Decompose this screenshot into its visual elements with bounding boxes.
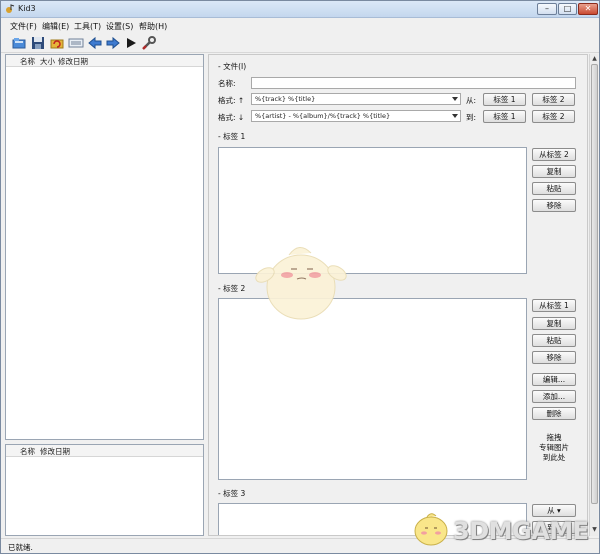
menu-edit[interactable]: 编辑(E) (42, 21, 69, 32)
mascot-logo-icon (414, 513, 448, 546)
play-icon[interactable] (123, 35, 139, 51)
col-modified[interactable]: 修改日期 (58, 56, 88, 67)
settings-icon[interactable] (141, 35, 157, 51)
col-modified[interactable]: 修改日期 (40, 446, 70, 457)
main-window: Kid3 – □ ✕ 文件(F) 编辑(E) 工具(T) 设置(S) 帮助(H) (0, 0, 600, 554)
tag3-section-title[interactable]: - 标签 3 (218, 488, 245, 499)
to-label: 到: (466, 113, 477, 122)
tag1-copy-button[interactable]: 复制 (532, 165, 576, 178)
format-up-label: 格式: ↑ (218, 96, 245, 105)
format-to-filename-combo[interactable]: %{artist} - %{album}/%{track} %{title} (251, 110, 461, 122)
tag2-add-button[interactable]: 添加... (532, 390, 576, 403)
dir-list-header: 名称 修改日期 (6, 445, 203, 457)
menu-settings[interactable]: 设置(S) (106, 21, 133, 32)
close-button[interactable]: ✕ (578, 3, 598, 15)
previous-icon[interactable] (87, 35, 103, 51)
chevron-down-icon (452, 97, 458, 101)
playlist-icon[interactable] (68, 35, 84, 51)
tag1-remove-button[interactable]: 移除 (532, 199, 576, 212)
tag2-copy-button[interactable]: 复制 (532, 317, 576, 330)
filename-input[interactable] (251, 77, 576, 89)
col-size[interactable]: 大小 (40, 56, 55, 67)
status-text: 已就绪. (8, 543, 33, 552)
menu-file[interactable]: 文件(F) (10, 21, 37, 32)
tag2-paste-button[interactable]: 粘贴 (532, 334, 576, 347)
watermark: 3DMGAME (409, 503, 599, 551)
open-folder-icon[interactable] (11, 35, 27, 51)
chevron-down-icon (452, 114, 458, 118)
directory-list[interactable]: 名称 修改日期 (5, 444, 204, 536)
format-down-label: 格式: ↓ (218, 113, 245, 122)
tag1-paste-button[interactable]: 粘贴 (532, 182, 576, 195)
copy-from-tag1-button[interactable]: 从标签 1 (532, 299, 576, 312)
from-tag1-button[interactable]: 标签 1 (483, 93, 526, 106)
title-bar: Kid3 – □ ✕ (1, 1, 599, 18)
from-tag2-button[interactable]: 标签 2 (532, 93, 575, 106)
file-section-title[interactable]: - 文件(I) (218, 61, 246, 72)
tag2-frame-table[interactable] (218, 298, 527, 480)
format-up-value: %{track} %{title} (255, 95, 316, 103)
vertical-scrollbar[interactable]: ▲ ▼ (589, 54, 598, 536)
file-list-header: 名称 大小 修改日期 (6, 55, 203, 67)
scrollbar-thumb[interactable] (591, 64, 598, 504)
format-down-value: %{artist} - %{album}/%{track} %{title} (255, 112, 391, 120)
menu-bar: 文件(F) 编辑(E) 工具(T) 设置(S) 帮助(H) (1, 19, 599, 32)
album-art-drop-area[interactable]: 拖拽 专辑图片 到此处 (529, 433, 579, 463)
copy-from-tag2-button[interactable]: 从标签 2 (532, 148, 576, 161)
from-label: 从: (466, 96, 477, 105)
revert-icon[interactable] (49, 35, 65, 51)
minimize-button[interactable]: – (537, 3, 557, 15)
maximize-button[interactable]: □ (558, 3, 577, 15)
toolbar (1, 33, 599, 53)
drop-hint-line: 专辑图片 (539, 443, 569, 452)
tag1-section-title[interactable]: - 标签 1 (218, 131, 245, 142)
format-from-filename-combo[interactable]: %{track} %{title} (251, 93, 461, 105)
tag2-edit-button[interactable]: 编辑... (532, 373, 576, 386)
drop-hint-line: 到此处 (542, 453, 566, 462)
save-icon[interactable] (30, 35, 46, 51)
menu-help[interactable]: 帮助(H) (139, 21, 167, 32)
col-name[interactable]: 名称 (20, 56, 35, 67)
watermark-text: 3DMGAME (453, 517, 589, 545)
menu-tools[interactable]: 工具(T) (74, 21, 101, 32)
window-title: Kid3 (18, 4, 36, 13)
to-tag2-button[interactable]: 标签 2 (532, 110, 575, 123)
mascot-watermark-icon (255, 247, 347, 320)
file-list[interactable]: 名称 大小 修改日期 (5, 54, 204, 440)
tag2-delete-button[interactable]: 删除 (532, 407, 576, 420)
to-tag1-button[interactable]: 标签 1 (483, 110, 526, 123)
scroll-up-icon[interactable]: ▲ (591, 55, 598, 63)
kid3-app-icon (6, 4, 15, 13)
tag2-section-title[interactable]: - 标签 2 (218, 283, 245, 294)
drop-hint-line: 拖拽 (546, 433, 562, 442)
next-icon[interactable] (105, 35, 121, 51)
col-name[interactable]: 名称 (20, 446, 35, 457)
tag2-remove-button[interactable]: 移除 (532, 351, 576, 364)
name-label: 名称: (218, 79, 236, 88)
